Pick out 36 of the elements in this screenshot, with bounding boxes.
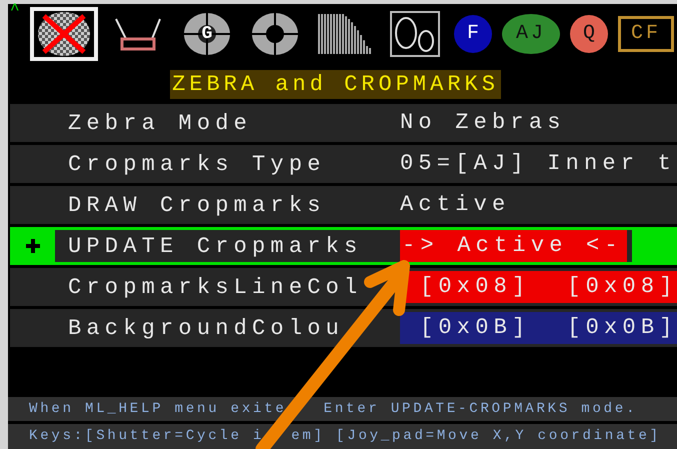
menu-tab[interactable]: F (454, 15, 492, 53)
scroll-up-indicator: ^ (10, 0, 20, 21)
help-text: Enter UPDATE-CROPMARKS mode. (324, 400, 638, 418)
zebra-off-icon (36, 11, 92, 57)
menu-row[interactable]: CropmarksLineCol [0x08] [0x08] (10, 268, 677, 306)
menu-tab[interactable]: AJ (502, 14, 560, 54)
setting-label: UPDATE Cropmarks (67, 232, 364, 260)
menu-row[interactable]: DRAW Cropmarks Active (10, 186, 677, 224)
plus-icon (26, 239, 40, 253)
setting-value: 05=[AJ] Inner t (400, 150, 676, 178)
menu-row[interactable]: Zebra Mode No Zebras (10, 104, 677, 142)
setting-value: [0x0B] [0x0B] (400, 312, 677, 344)
disc-icon (182, 11, 232, 57)
setting-label: BackgroundColou (67, 314, 346, 342)
keys-text: em] [Joy_pad=Move X,Y coordinate] (291, 427, 661, 446)
setting-label: Cropmarks Type (67, 150, 327, 178)
setting-value: -> Active <- (400, 230, 627, 262)
menu-tab[interactable]: CF (618, 16, 674, 52)
oo-frame-icon (390, 11, 440, 57)
menu-row[interactable]: BackgroundColou [0x0B] [0x0B] (10, 309, 677, 347)
menu-tab[interactable]: Q (570, 15, 608, 53)
setting-label: Zebra Mode (67, 110, 254, 138)
disc-icon (250, 11, 300, 57)
keys-text: Keys:[Shutter=Cycle i (29, 427, 264, 446)
setting-label: DRAW Cropmarks (67, 192, 327, 220)
setting-label: CropmarksLineCol (67, 274, 364, 302)
setting-value: No Zebras (400, 109, 566, 137)
menu-tab[interactable] (30, 7, 98, 61)
lens-label: G (202, 22, 212, 46)
menu-tab[interactable]: G (178, 7, 236, 61)
menu-row[interactable]: Cropmarks Type 05=[AJ] Inner t (10, 145, 677, 183)
setting-value: Active (400, 191, 510, 219)
bar-graph-icon (318, 14, 372, 54)
menu-row[interactable]: UPDATE Cropmarks -> Active <- (10, 227, 677, 265)
help-text: When ML_HELP menu exite (29, 400, 287, 418)
menu-title: ZEBRA and CROPMARKS (170, 70, 501, 98)
